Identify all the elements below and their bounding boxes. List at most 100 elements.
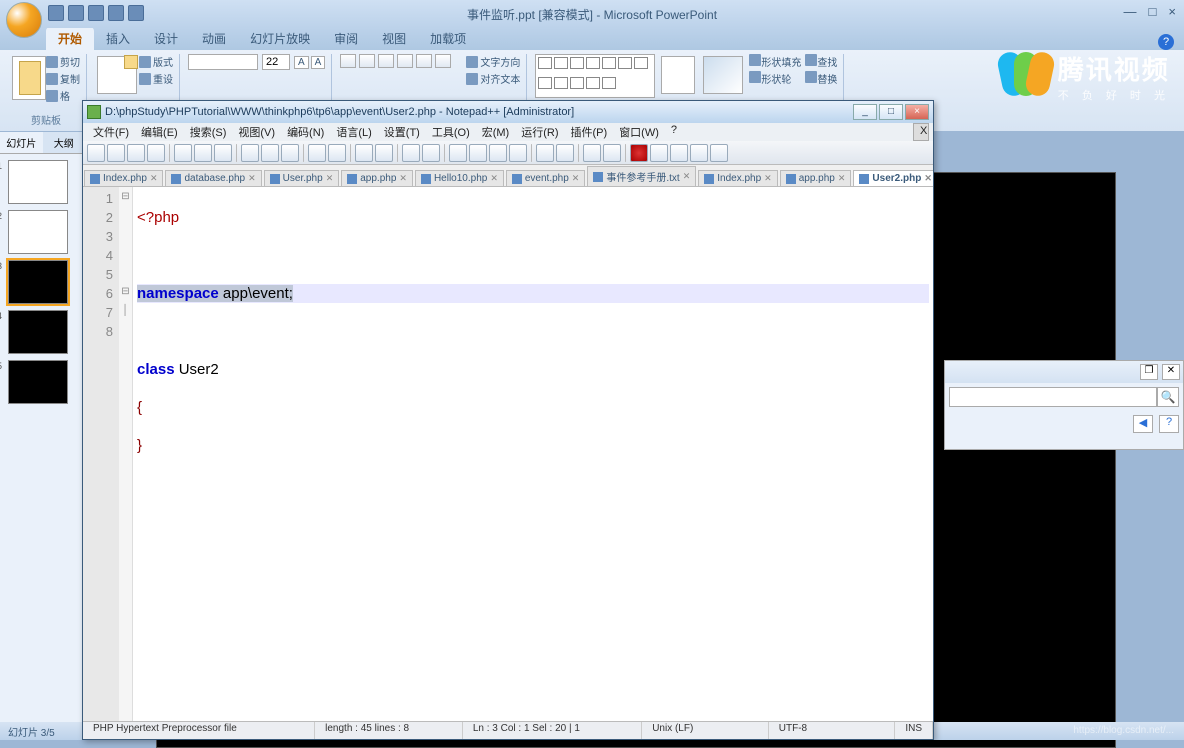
shape-outline-button[interactable]: 形状轮: [749, 71, 801, 86]
file-tab[interactable]: Index.php✕: [698, 170, 777, 186]
help-icon[interactable]: ?: [1158, 34, 1174, 50]
menu-help[interactable]: ?: [665, 123, 683, 141]
redo-icon[interactable]: [88, 5, 104, 21]
code-area[interactable]: <?php namespace app\event; class User2 {…: [133, 187, 933, 721]
slide-thumb-1[interactable]: 1: [8, 160, 68, 204]
tab-review[interactable]: 审阅: [322, 27, 370, 50]
tb-replace-icon[interactable]: [375, 144, 393, 162]
format-painter-button[interactable]: 格: [46, 88, 80, 103]
tb-copy-icon[interactable]: [261, 144, 279, 162]
file-tab[interactable]: User.php✕: [264, 170, 340, 186]
arrange-button[interactable]: [661, 56, 695, 94]
print-icon[interactable]: [108, 5, 124, 21]
minimize-button[interactable]: —: [1124, 4, 1137, 19]
tab-insert[interactable]: 插入: [94, 27, 142, 50]
font-name-input[interactable]: [188, 54, 258, 70]
taskpane-search-button[interactable]: 🔍: [1157, 387, 1179, 407]
copy-button[interactable]: 复制: [46, 71, 80, 86]
menu-view[interactable]: 视图(V): [232, 123, 281, 141]
preview-icon[interactable]: [128, 5, 144, 21]
tb-closeall-icon[interactable]: [194, 144, 212, 162]
layout-button[interactable]: 版式: [139, 54, 173, 69]
npp-close-button[interactable]: ×: [905, 104, 929, 120]
undo-icon[interactable]: [68, 5, 84, 21]
menu-run[interactable]: 运行(R): [515, 123, 564, 141]
cut-button[interactable]: 剪切: [46, 54, 80, 69]
menu-encoding[interactable]: 编码(N): [281, 123, 330, 141]
tb-playmulti-icon[interactable]: [690, 144, 708, 162]
tb-redo-icon[interactable]: [328, 144, 346, 162]
tb-close-icon[interactable]: [174, 144, 192, 162]
code-editor[interactable]: 12345678 ⊟ ⊟│ <?php namespace app\event;…: [83, 187, 933, 721]
outline-tab[interactable]: 大纲: [43, 132, 86, 153]
file-tab[interactable]: 事件参考手册.txt✕: [587, 166, 696, 186]
indent-right-button[interactable]: [397, 54, 413, 68]
menu-plugins[interactable]: 插件(P): [565, 123, 614, 141]
tb-find-icon[interactable]: [355, 144, 373, 162]
tb-unfold-icon[interactable]: [556, 144, 574, 162]
tb-zoomout-icon[interactable]: [422, 144, 440, 162]
tb-undo-icon[interactable]: [308, 144, 326, 162]
tb-allchars-icon[interactable]: [489, 144, 507, 162]
menu-tools[interactable]: 工具(O): [426, 123, 476, 141]
file-tab[interactable]: Hello10.php✕: [415, 170, 504, 186]
text-direction-button[interactable]: 文字方向: [466, 54, 520, 69]
find-button[interactable]: 查找: [805, 54, 837, 69]
save-icon[interactable]: [48, 5, 64, 21]
line-spacing-button[interactable]: [416, 54, 432, 68]
tb-saveall-icon[interactable]: [147, 144, 165, 162]
menu-settings[interactable]: 设置(T): [378, 123, 426, 141]
file-tab[interactable]: Index.php✕: [84, 170, 163, 186]
taskpane-help-button[interactable]: ?: [1159, 415, 1179, 433]
slide-thumb-4[interactable]: 4: [8, 310, 68, 354]
slide-thumb-5[interactable]: 5: [8, 360, 68, 404]
new-slide-button[interactable]: [97, 56, 137, 94]
npp-doc-close-button[interactable]: X: [913, 123, 929, 141]
tab-home[interactable]: 开始: [46, 27, 94, 50]
menu-search[interactable]: 搜索(S): [184, 123, 233, 141]
maximize-button[interactable]: □: [1149, 4, 1157, 19]
tb-cut-icon[interactable]: [241, 144, 259, 162]
file-tab[interactable]: database.php✕: [165, 170, 261, 186]
tb-paste-icon[interactable]: [281, 144, 299, 162]
shrink-font-button[interactable]: A: [311, 56, 326, 69]
tab-slideshow[interactable]: 幻灯片放映: [238, 27, 322, 50]
npp-maximize-button[interactable]: □: [879, 104, 903, 120]
shapes-gallery[interactable]: [535, 54, 655, 98]
menu-edit[interactable]: 编辑(E): [135, 123, 184, 141]
slide-thumb-2[interactable]: 2: [8, 210, 68, 254]
tb-func-icon[interactable]: [583, 144, 601, 162]
tb-fold-icon[interactable]: [536, 144, 554, 162]
tb-savemacro-icon[interactable]: [710, 144, 728, 162]
tb-doc-icon[interactable]: [603, 144, 621, 162]
grow-font-button[interactable]: A: [294, 56, 309, 69]
tab-anim[interactable]: 动画: [190, 27, 238, 50]
reset-button[interactable]: 重设: [139, 71, 173, 86]
tab-view[interactable]: 视图: [370, 27, 418, 50]
bullets-button[interactable]: [340, 54, 356, 68]
tab-design[interactable]: 设计: [142, 27, 190, 50]
tb-print-icon[interactable]: [214, 144, 232, 162]
file-tab[interactable]: app.php✕: [341, 170, 413, 186]
file-tab[interactable]: app.php✕: [780, 170, 852, 186]
tb-stop-icon[interactable]: [650, 144, 668, 162]
taskpane-close-button[interactable]: ✕: [1162, 364, 1180, 380]
quick-styles-button[interactable]: [703, 56, 743, 94]
tb-new-icon[interactable]: [87, 144, 105, 162]
numbering-button[interactable]: [359, 54, 375, 68]
tb-wrap-icon[interactable]: [469, 144, 487, 162]
tb-play-icon[interactable]: [670, 144, 688, 162]
font-size-input[interactable]: [262, 54, 290, 70]
menu-file[interactable]: 文件(F): [87, 123, 135, 141]
menu-macro[interactable]: 宏(M): [476, 123, 516, 141]
tab-addins[interactable]: 加载项: [418, 27, 478, 50]
replace-button[interactable]: 替换: [805, 71, 837, 86]
tb-record-icon[interactable]: [630, 144, 648, 162]
slide-thumb-3[interactable]: 3: [8, 260, 68, 304]
taskpane-search-input[interactable]: [949, 387, 1157, 407]
slides-tab[interactable]: 幻灯片: [0, 132, 43, 153]
file-tab-active[interactable]: User2.php✕: [853, 170, 933, 186]
taskpane-back-button[interactable]: ◀: [1133, 415, 1153, 433]
office-button[interactable]: [6, 2, 42, 38]
fold-margin[interactable]: ⊟ ⊟│: [119, 187, 133, 721]
